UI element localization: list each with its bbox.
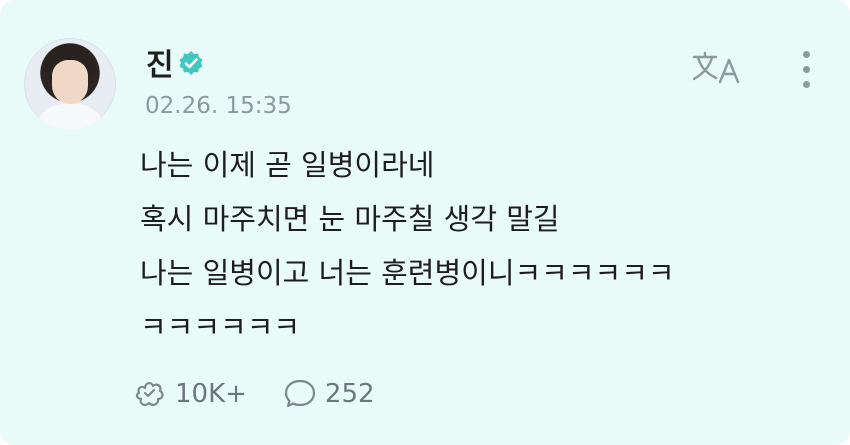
verified-badge-icon — [179, 51, 203, 75]
more-dot — [802, 81, 810, 88]
post-line: ㅋㅋㅋㅋㅋㅋ — [140, 310, 301, 344]
like-count: 10K+ — [175, 379, 247, 409]
post-line: 나는 이제 곧 일병이라네 — [140, 148, 435, 182]
comment-count: 252 — [324, 379, 375, 409]
post-actions: 10K+ 252 — [133, 372, 411, 416]
star-icon: ★ — [32, 119, 45, 130]
post-line: 나는 일병이고 너는 훈련병이니ㅋㅋㅋㅋㅋㅋ — [140, 256, 675, 290]
author-name[interactable]: 진 — [146, 40, 174, 84]
comment-button[interactable]: 252 — [283, 377, 375, 411]
post-timestamp: 02.26. 15:35 — [145, 93, 292, 119]
post-card: ★ 진 02.26. 15:35 나는 이제 곧 일병이라네 혹시 마주치면 눈… — [0, 0, 850, 445]
avatar-face — [52, 60, 88, 104]
comment-icon — [284, 379, 316, 408]
post-line: 혹시 마주치면 눈 마주칠 생각 말길 — [140, 202, 560, 236]
more-options-button[interactable] — [794, 48, 818, 92]
post-body: 나는 이제 곧 일병이라네 혹시 마주치면 눈 마주칠 생각 말길 나는 일병이… — [140, 138, 830, 354]
like-button[interactable]: 10K+ — [133, 377, 247, 411]
avatar[interactable]: ★ — [24, 38, 116, 130]
more-dot — [802, 66, 810, 73]
like-icon — [135, 382, 164, 406]
more-dot — [802, 51, 810, 58]
translate-icon[interactable] — [690, 48, 744, 88]
